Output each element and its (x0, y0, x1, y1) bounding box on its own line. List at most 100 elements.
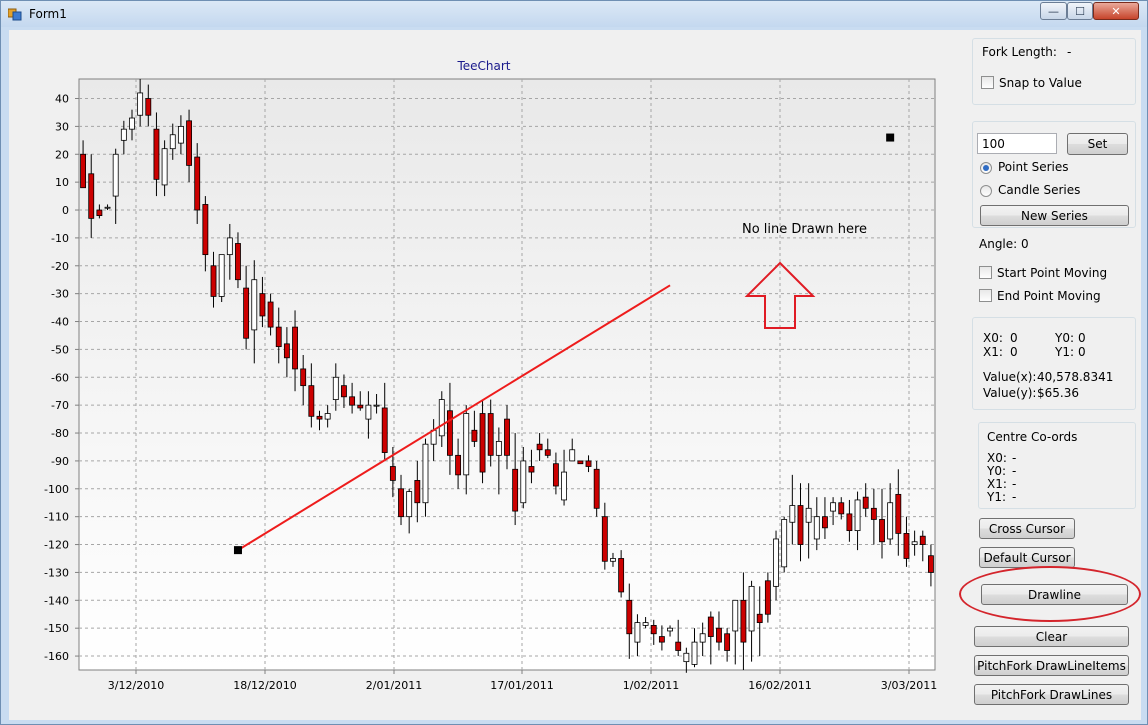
candle-body[interactable] (177, 125, 184, 144)
candle-body[interactable] (438, 399, 445, 437)
maximize-button[interactable]: ☐ (1067, 2, 1093, 20)
snap-to-value-checkbox[interactable] (981, 76, 994, 89)
default-cursor-button[interactable]: Default Cursor (979, 547, 1075, 568)
candle-body[interactable] (104, 206, 111, 209)
candle-body[interactable] (528, 466, 535, 473)
candle-body[interactable] (740, 599, 747, 643)
candle-body[interactable] (781, 519, 788, 568)
candle-body[interactable] (569, 449, 576, 462)
candle-body[interactable] (316, 415, 323, 420)
candle-body[interactable] (520, 460, 527, 504)
title-bar[interactable]: Form1 — ☐ ✕ (1, 1, 1147, 27)
candle-body[interactable] (96, 209, 103, 216)
candle-body[interactable] (838, 502, 845, 515)
candle-body[interactable] (805, 507, 812, 523)
plot-area[interactable] (78, 78, 936, 671)
teechart[interactable]: TeeChart 40 30 20 10 0 -10 -20 -30 -40 -50 -60 -70 -… (9, 30, 963, 720)
start-point-moving-checkbox[interactable] (979, 266, 992, 279)
candle-body[interactable] (137, 92, 144, 116)
candle-body[interactable] (862, 496, 869, 509)
candle-body[interactable] (283, 343, 290, 359)
candle-body[interactable] (275, 326, 282, 348)
floating-point-marker[interactable] (886, 133, 895, 142)
candle-body[interactable] (626, 599, 633, 635)
candle-body[interactable] (235, 243, 241, 281)
pitchfork-drawlineitems-button[interactable]: PitchFork DrawLineItems (974, 655, 1129, 676)
candle-body[interactable] (267, 301, 274, 328)
new-series-button[interactable]: New Series (980, 205, 1129, 226)
candle-body[interactable] (716, 627, 722, 643)
value-input[interactable] (977, 133, 1057, 154)
cross-cursor-button[interactable]: Cross Cursor (979, 518, 1075, 539)
candle-body[interactable] (854, 499, 861, 532)
point-series-radio[interactable] (980, 162, 992, 174)
candle-body[interactable] (292, 326, 298, 370)
candle-body[interactable] (463, 413, 470, 476)
candle-body[interactable] (259, 293, 266, 317)
candle-body[interactable] (658, 636, 665, 643)
set-button[interactable]: Set (1067, 133, 1128, 155)
candle-body[interactable] (447, 410, 453, 456)
candle-body[interactable] (365, 404, 372, 420)
candle-body[interactable] (218, 254, 225, 297)
candle-body[interactable] (202, 204, 209, 256)
candle-body[interactable] (797, 505, 804, 545)
candle-body[interactable] (699, 633, 706, 643)
candle-body[interactable] (129, 117, 135, 130)
chart-panel[interactable]: TeeChart 40 30 20 10 0 -10 -20 -30 -40 -50 -60 -70 -… (9, 30, 963, 720)
candle-series-radio[interactable] (980, 185, 992, 197)
candle-body[interactable] (911, 541, 918, 545)
candle-body[interactable] (585, 460, 592, 467)
candle-body[interactable] (406, 491, 413, 518)
candle-body[interactable] (324, 413, 331, 420)
candle-body[interactable] (927, 555, 934, 573)
candle-body[interactable] (512, 468, 519, 512)
candle-body[interactable] (895, 493, 902, 534)
candle-body[interactable] (145, 98, 152, 116)
candle-body[interactable] (634, 622, 641, 643)
candle-body[interactable] (381, 407, 388, 453)
candle-body[interactable] (357, 404, 364, 409)
candle-body[interactable] (414, 480, 421, 504)
candle-body[interactable] (536, 443, 543, 451)
candle-body[interactable] (618, 558, 625, 593)
candle-body[interactable] (813, 516, 820, 540)
candle-body[interactable] (112, 153, 119, 197)
candle-body[interactable] (479, 413, 486, 473)
end-point-moving-checkbox[interactable] (979, 289, 992, 302)
candle-body[interactable] (226, 237, 233, 256)
candle-body[interactable] (495, 441, 502, 456)
candle-body[interactable] (398, 488, 404, 518)
candle-body[interactable] (251, 279, 258, 331)
candle-body[interactable] (544, 449, 551, 456)
close-button[interactable]: ✕ (1093, 2, 1139, 20)
candle-body[interactable] (846, 513, 853, 532)
candle-body[interactable] (789, 505, 796, 523)
candle-body[interactable] (504, 418, 510, 456)
candle-body[interactable] (471, 429, 478, 442)
candle-body[interactable] (732, 599, 739, 632)
candle-body[interactable] (487, 413, 494, 456)
candle-body[interactable] (601, 516, 608, 562)
candle-body[interactable] (724, 633, 731, 651)
candle-body[interactable] (422, 443, 429, 504)
candle-body[interactable] (773, 538, 779, 587)
candle-body[interactable] (120, 128, 127, 141)
minimize-button[interactable]: — (1040, 2, 1067, 20)
candle-body[interactable] (683, 652, 690, 663)
candle-body[interactable] (748, 585, 755, 632)
candle-body[interactable] (210, 265, 217, 297)
candle-body[interactable] (243, 287, 250, 339)
candle-body[interactable] (577, 460, 584, 465)
candle-body[interactable] (88, 173, 95, 219)
candle-body[interactable] (80, 153, 87, 189)
candle-body[interactable] (169, 134, 176, 150)
line-start-handle[interactable] (233, 546, 242, 555)
candle-body[interactable] (389, 466, 396, 481)
candle-body[interactable] (691, 641, 698, 665)
candle-body[interactable] (830, 502, 837, 512)
candle-body[interactable] (308, 385, 315, 417)
pitchfork-drawlines-button[interactable]: PitchFork DrawLines (974, 684, 1129, 705)
candle-body[interactable] (610, 558, 616, 562)
candle-body[interactable] (822, 516, 828, 529)
